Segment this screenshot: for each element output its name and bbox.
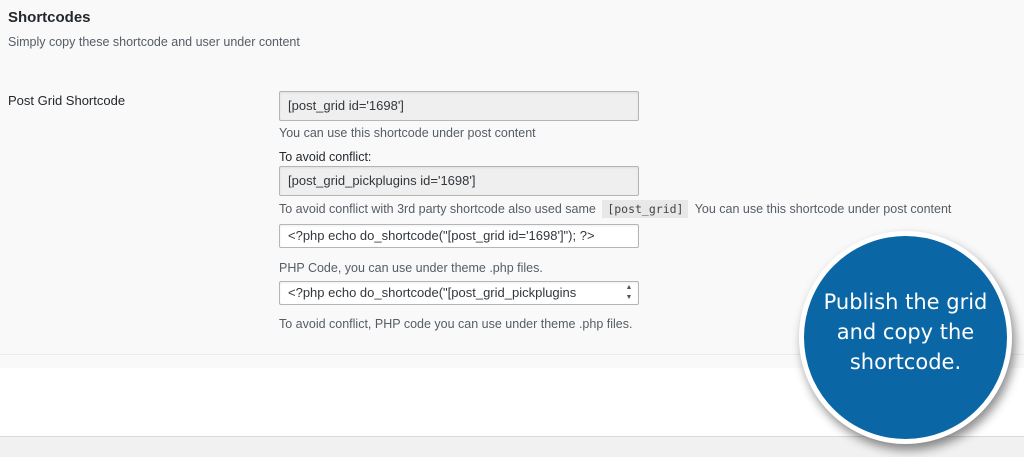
post-grid-shortcode-label: Post Grid Shortcode [8, 93, 126, 108]
scroll-up-icon[interactable]: ▲ [626, 284, 633, 292]
scroll-down-icon[interactable]: ▼ [626, 294, 633, 302]
alt-desc-after: You can use this shortcode under post co… [694, 202, 952, 216]
section-title: Shortcodes [8, 9, 91, 26]
alt-php-code-value: <?php echo do_shortcode("[post_grid_pick… [288, 285, 577, 300]
alt-php-code-description: To avoid conflict, PHP code you can use … [279, 317, 633, 331]
php-code-description: PHP Code, you can use under theme .php f… [279, 261, 543, 275]
footer-strip [0, 436, 1024, 457]
avoid-conflict-label: To avoid conflict: [279, 150, 372, 164]
callout-circle: Publish the grid and copy the shortcode. [799, 231, 1012, 444]
section-subtitle: Simply copy these shortcode and user und… [8, 35, 300, 49]
alt-php-code-textarea[interactable]: <?php echo do_shortcode("[post_grid_pick… [279, 281, 639, 305]
alt-shortcode-field[interactable]: [post_grid_pickplugins id='1698'] [279, 166, 639, 196]
inline-code-post-grid: [post_grid] [602, 200, 689, 218]
callout-text: Publish the grid and copy the shortcode. [823, 289, 988, 374]
shortcode-field[interactable]: [post_grid id='1698'] [279, 91, 639, 121]
shortcode-description: You can use this shortcode under post co… [279, 126, 536, 140]
textarea-scroll-arrows-icon[interactable]: ▲ ▼ [624, 284, 634, 302]
alt-desc-before: To avoid conflict with 3rd party shortco… [279, 202, 596, 216]
php-code-field[interactable]: <?php echo do_shortcode("[post_grid id='… [279, 224, 639, 248]
alt-shortcode-description: To avoid conflict with 3rd party shortco… [279, 200, 952, 218]
